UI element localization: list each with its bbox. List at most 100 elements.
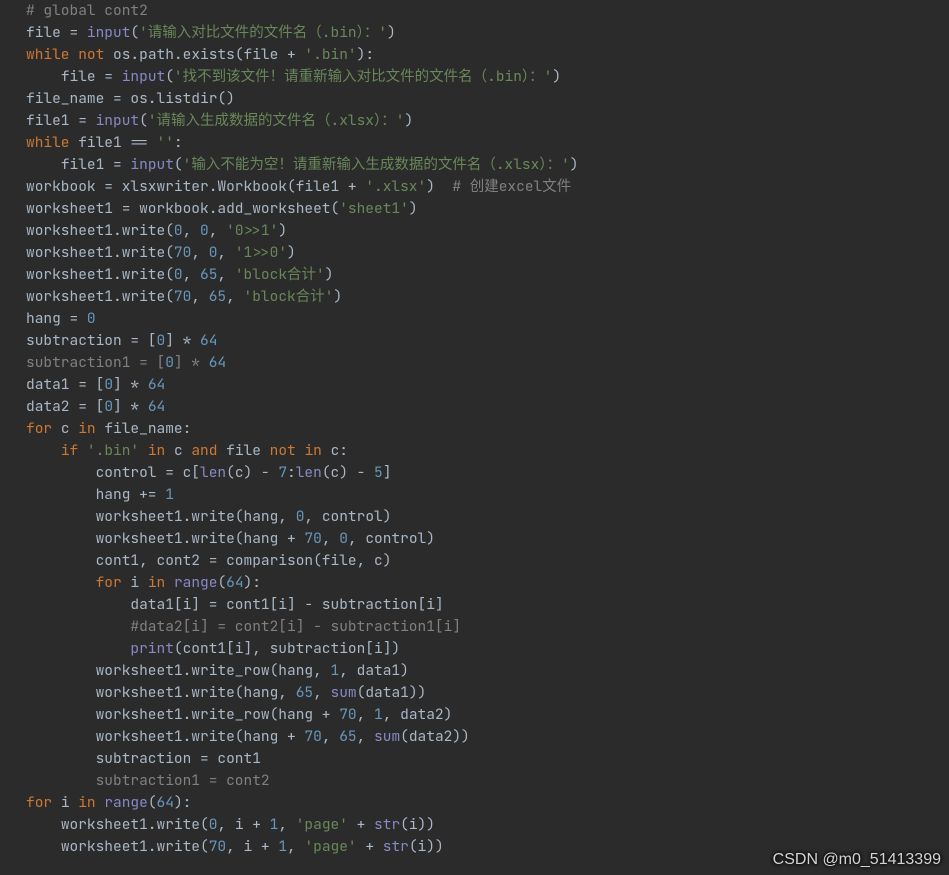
code-token: ,	[217, 265, 234, 284]
code-token: for	[26, 793, 61, 812]
code-token: )	[409, 199, 418, 218]
code-token: ,	[322, 727, 339, 746]
code-token: 'block合计'	[244, 287, 334, 306]
code-token: cont1, cont2 = comparison(file, c)	[96, 551, 392, 570]
code-token: 0	[165, 353, 174, 372]
code-token: ,	[183, 265, 200, 284]
code-token: (i))	[409, 837, 444, 856]
code-token: subtraction1 = [	[26, 353, 165, 372]
code-token: )	[387, 23, 396, 42]
code-token: worksheet1.write(	[26, 287, 174, 306]
code-token: control = c[	[96, 463, 200, 482]
code-token: 'block合计'	[235, 265, 325, 284]
code-token: os.path.exists(file +	[113, 45, 304, 64]
code-token: (data1))	[357, 683, 427, 702]
code-token: ] *	[113, 397, 148, 416]
code-token: ,	[357, 705, 374, 724]
code-token: +	[348, 815, 374, 834]
code-token: c:	[331, 441, 348, 460]
code-token: input	[87, 23, 131, 42]
code-token: )	[333, 287, 342, 306]
code-token: 0	[174, 265, 183, 284]
code-token: file_name:	[104, 419, 191, 438]
code-token: sum	[374, 727, 400, 746]
code-token: data2 = [	[26, 397, 104, 416]
code-token: :	[174, 133, 183, 152]
code-token: in	[148, 573, 174, 592]
code-token: 0	[104, 397, 113, 416]
code-token: )	[426, 177, 452, 196]
code-token: for	[26, 419, 61, 438]
code-token: i	[61, 793, 78, 812]
code-token: , data2)	[383, 705, 453, 724]
code-token: (c) -	[226, 463, 278, 482]
code-token: 1	[374, 705, 383, 724]
code-token: 65	[200, 265, 217, 284]
code-token: )	[570, 155, 579, 174]
code-token: not	[78, 45, 113, 64]
code-token: +	[357, 837, 383, 856]
code-token: worksheet1.write(	[26, 265, 174, 284]
code-token: len	[200, 463, 226, 482]
code-token: subtraction = cont1	[96, 749, 261, 768]
code-token: '.bin'	[87, 441, 139, 460]
code-token: worksheet1.write(hang,	[96, 683, 296, 702]
code-token: while	[26, 45, 78, 64]
code-token: ] *	[174, 353, 209, 372]
code-token: ,	[313, 683, 330, 702]
code-token: file	[226, 441, 270, 460]
code-token: ] *	[113, 375, 148, 394]
code-token: 'page'	[304, 837, 356, 856]
code-token: 64	[148, 375, 165, 394]
code-token: file1 =	[61, 155, 131, 174]
code-token: (	[139, 111, 148, 130]
code-token: :	[287, 463, 296, 482]
code-token: 0	[157, 331, 166, 350]
code-token: 0	[104, 375, 113, 394]
code-token: worksheet1.write(	[26, 221, 174, 240]
code-token: ,	[183, 221, 200, 240]
code-token: input	[122, 67, 166, 86]
code-token: (	[217, 573, 226, 592]
code-token: print	[130, 639, 174, 658]
code-token: range	[174, 573, 218, 592]
code-token: subtraction = [	[26, 331, 157, 350]
code-token: in	[139, 441, 174, 460]
code-token: 65	[209, 287, 226, 306]
code-token: data1[i] = cont1[i] - subtraction[i]	[130, 595, 443, 614]
code-token: 64	[226, 573, 243, 592]
code-token: worksheet1.write_row(hang +	[96, 705, 340, 724]
code-token: , control)	[304, 507, 391, 526]
code-token: file1 ==	[78, 133, 156, 152]
code-token: 70	[339, 705, 356, 724]
code-token: in	[78, 419, 104, 438]
code-token: 0	[174, 221, 183, 240]
code-token: (c) -	[322, 463, 374, 482]
code-token: )	[404, 111, 413, 130]
code-token: '请输入生成数据的文件名（.xlsx）：'	[148, 111, 405, 130]
code-token: 5	[374, 463, 383, 482]
code-token: 70	[209, 837, 226, 856]
code-token: #data2[i] = cont2[i] - subtraction1[i]	[130, 617, 461, 636]
code-token: '找不到该文件！请重新输入对比文件的文件名（.bin）：'	[174, 67, 552, 86]
code-token: , control)	[348, 529, 435, 548]
code-token: 7	[278, 463, 287, 482]
code-token: not in	[270, 441, 331, 460]
code-token: (	[148, 793, 157, 812]
code-token: (	[130, 23, 139, 42]
code-token: 0	[87, 309, 96, 328]
code-token: 65	[339, 727, 356, 746]
code-token: (cont1[i], subtraction[i])	[174, 639, 400, 658]
code-token: ,	[287, 837, 304, 856]
code-token: len	[296, 463, 322, 482]
code-token: ] *	[165, 331, 200, 350]
code-token: )	[287, 243, 296, 262]
code-token: worksheet1.write(hang +	[96, 727, 305, 746]
code-token: ):	[357, 45, 374, 64]
code-token: range	[104, 793, 148, 812]
code-token: 70	[304, 529, 321, 548]
code-token: (data2))	[400, 727, 470, 746]
code-token: '请输入对比文件的文件名（.bin）：'	[139, 23, 387, 42]
code-token: )	[552, 67, 561, 86]
code-token: str	[383, 837, 409, 856]
